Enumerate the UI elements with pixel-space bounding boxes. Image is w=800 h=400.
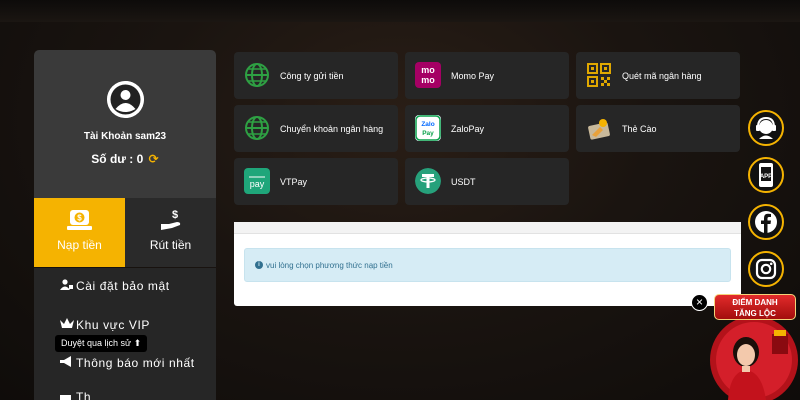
top-bar: [0, 0, 800, 22]
menu-item-security[interactable]: Cài đặt bảo mật: [60, 279, 170, 297]
support-agent-icon: [756, 116, 776, 139]
balance: Số dư : 0 ⟳: [34, 152, 216, 166]
facebook-icon: [755, 211, 777, 233]
payment-label: ZaloPay: [451, 123, 485, 134]
payment-qr-bank[interactable]: Quét mã ngân hàng: [576, 52, 740, 99]
menu-item-history[interactable]: Th: [60, 390, 91, 400]
svg-text:pay: pay: [250, 179, 265, 189]
tab-deposit[interactable]: $ Nạp tiền: [34, 198, 125, 267]
account-menu: Cài đặt bảo mật Khu vực VIP Thông báo mớ…: [34, 268, 216, 400]
payment-label: Công ty gửi tiền: [280, 70, 344, 81]
payment-bank-transfer[interactable]: Chuyển khoản ngân hàng: [234, 105, 398, 152]
crown-icon: [60, 318, 76, 332]
svg-text:APP: APP: [760, 174, 772, 180]
tab-withdraw[interactable]: $ Rút tiền: [125, 198, 216, 267]
info-icon: i: [255, 261, 263, 269]
support-button[interactable]: [748, 110, 784, 146]
payment-label: Thẻ Cào: [622, 123, 657, 134]
app-download-icon: APP: [759, 163, 773, 187]
message-icon: [60, 392, 76, 400]
refresh-icon[interactable]: ⟳: [149, 152, 159, 166]
scratch-card-icon: [586, 115, 612, 141]
withdraw-icon: $: [125, 208, 216, 232]
menu-item-label: Th: [76, 390, 92, 400]
panel-header: [234, 222, 741, 234]
fund-tabs: $ Nạp tiền $ Rút tiền: [34, 198, 216, 268]
qr-code-icon: [586, 62, 612, 88]
profile-card: Tài Khoản sam23 Số dư : 0 ⟳: [34, 50, 216, 198]
zalopay-icon: Zalo Pay: [415, 115, 441, 141]
payment-label: Quét mã ngân hàng: [622, 70, 702, 81]
globe-icon: [244, 62, 270, 88]
menu-item-announcements[interactable]: Thông báo mới nhất: [60, 356, 195, 374]
instagram-icon: [755, 258, 777, 280]
globe-icon: [244, 115, 270, 141]
menu-item-label: Cài đặt bảo mật: [76, 279, 170, 293]
payment-label: Chuyển khoản ngân hàng: [280, 123, 384, 134]
menu-item-vip[interactable]: Khu vực VIP: [60, 318, 150, 336]
app-download-button[interactable]: APP: [748, 157, 784, 193]
svg-text:mo: mo: [421, 75, 435, 85]
svg-text:Pay: Pay: [422, 130, 434, 137]
svg-text:$: $: [77, 214, 82, 223]
payment-label: USDT: [451, 176, 476, 187]
payment-label: VTPay: [280, 176, 308, 187]
daily-checkin-promo[interactable]: ĐIỂM DANH TĂNG LỘC: [706, 290, 800, 400]
close-icon: ×: [695, 295, 703, 309]
tab-withdraw-label: Rút tiền: [149, 238, 192, 252]
avatar: [107, 81, 144, 118]
deposit-icon: $: [34, 208, 125, 232]
payment-label: Momo Pay: [451, 70, 495, 81]
svg-text:Zalo: Zalo: [421, 121, 434, 128]
payment-scratch-card[interactable]: Thẻ Cào: [576, 105, 740, 152]
promo-badge: ĐIỂM DANH TĂNG LỘC: [714, 294, 796, 320]
info-message: vui lòng chọn phương thức nạp tiền: [266, 260, 393, 270]
payment-zalopay[interactable]: Zalo Pay ZaloPay: [405, 105, 569, 152]
instagram-button[interactable]: [748, 251, 784, 287]
megaphone-icon: [60, 356, 76, 370]
tether-icon: [415, 168, 441, 194]
menu-item-label: Thông báo mới nhất: [76, 356, 195, 370]
menu-item-label: Khu vực VIP: [76, 318, 150, 332]
tab-deposit-label: Nạp tiền: [57, 238, 102, 252]
account-name: Tài Khoản sam23: [83, 131, 167, 142]
history-tooltip: Duyệt qua lịch sử ⬆: [55, 335, 148, 352]
payment-company-deposit[interactable]: Công ty gửi tiền: [234, 52, 398, 99]
svg-text:mo: mo: [421, 65, 435, 75]
user-lock-icon: [60, 279, 76, 293]
facebook-button[interactable]: [748, 204, 784, 240]
svg-text:$: $: [172, 209, 178, 221]
payment-vtpay[interactable]: pay VTPay: [234, 158, 398, 205]
payment-momo[interactable]: mo mo Momo Pay: [405, 52, 569, 99]
vtpay-icon: pay: [244, 168, 270, 194]
message-panel: i vui lòng chọn phương thức nạp tiền: [234, 222, 741, 306]
info-alert: i vui lòng chọn phương thức nạp tiền: [244, 248, 731, 282]
balance-label: Số dư : 0: [91, 152, 144, 166]
payment-usdt[interactable]: USDT: [405, 158, 569, 205]
cursor-icon: ⬆: [133, 338, 142, 348]
promo-line1: ĐIỂM DANH: [732, 298, 778, 307]
promo-line2: TĂNG LỘC: [734, 309, 776, 318]
momo-icon: mo mo: [415, 62, 441, 88]
